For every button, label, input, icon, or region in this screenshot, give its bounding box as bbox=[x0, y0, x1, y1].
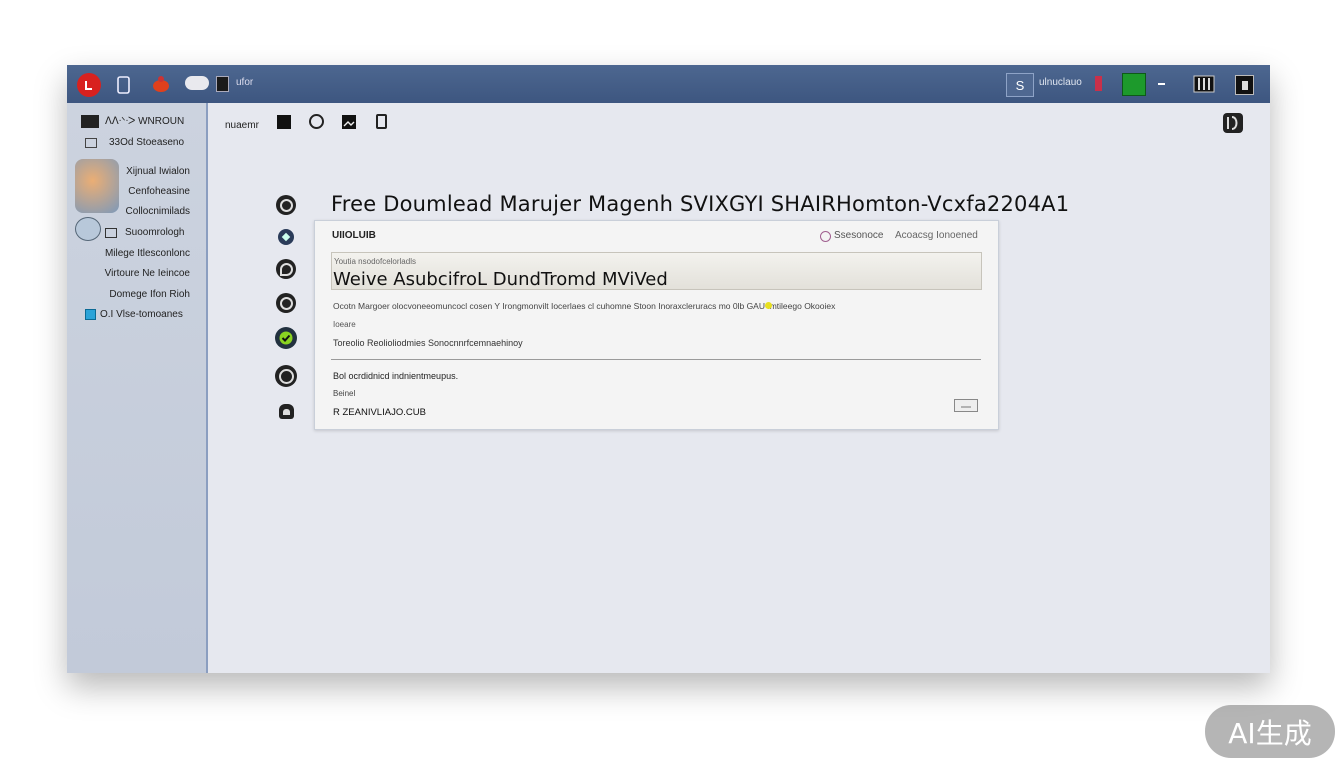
square-icon[interactable] bbox=[1235, 75, 1254, 95]
info-line: Bol ocrdidnicd indnientmeupus. bbox=[333, 371, 459, 381]
dash-icon[interactable] bbox=[1158, 83, 1165, 85]
field-label: Youtia nsodofcelorladls bbox=[334, 257, 416, 266]
page-title: Free Doumlead Marujer Magenh SVIXGYI SHA… bbox=[331, 192, 1070, 216]
bug-icon[interactable] bbox=[149, 73, 173, 95]
script-button[interactable]: S bbox=[1006, 73, 1034, 97]
status-text: ulnuclauo bbox=[1039, 77, 1082, 88]
card-description: Ocotn Margoer olocvoneeomuncocl cosen Y … bbox=[333, 301, 836, 311]
columns-icon[interactable] bbox=[1193, 75, 1215, 93]
sidebar-header-title: ᐱᐱᐧᐠᐧᐳ WNROUN bbox=[105, 116, 185, 127]
sidebar-item[interactable]: Cenfoheasine bbox=[128, 186, 190, 197]
card-header-title: UIIOLUIB bbox=[332, 230, 376, 241]
list-icon bbox=[105, 227, 117, 238]
sidebar-item-label: Suoomrologh bbox=[125, 227, 185, 238]
step-circle-icon[interactable] bbox=[275, 365, 297, 387]
step-circle-icon[interactable] bbox=[276, 293, 296, 313]
script-icon: S bbox=[1015, 77, 1025, 93]
step-drop-icon[interactable] bbox=[276, 259, 296, 279]
yellow-dot-icon bbox=[765, 302, 772, 309]
sidebar: ᐱᐱᐧᐠᐧᐳ WNROUN 33Od Stoeaseno Xijnual Iwi… bbox=[67, 103, 208, 673]
info-line: R ZEANIVLIAJO.CUB bbox=[333, 407, 426, 418]
sidebar-item[interactable]: Milege Itlesconlonc bbox=[105, 248, 190, 259]
step-check-icon[interactable] bbox=[275, 327, 297, 349]
page-icon[interactable] bbox=[115, 75, 133, 94]
download-icon[interactable] bbox=[309, 114, 324, 129]
sidebar-item[interactable]: O.I Vlse-tomoanes bbox=[85, 309, 183, 320]
watermark: AI生成 bbox=[1205, 705, 1335, 758]
sidebar-header[interactable]: ᐱᐱᐧᐠᐧᐳ WNROUN bbox=[81, 115, 184, 128]
folder-icon bbox=[81, 115, 99, 128]
title-bar: ufor S ulnuclauo bbox=[67, 65, 1270, 103]
sidebar-item[interactable]: Domege Ifon Rioh bbox=[109, 289, 190, 300]
step-diamond-icon[interactable] bbox=[278, 229, 294, 245]
step-bell-icon[interactable] bbox=[279, 404, 294, 419]
sidebar-item[interactable]: Xijnual Iwialon bbox=[126, 166, 190, 177]
titlebar-label: ufor bbox=[236, 77, 254, 88]
mascot-illustration bbox=[75, 159, 119, 213]
app-window: ufor S ulnuclauo ᐱᐱᐧᐠᐧᐳ WNROUN 33Od Stoe… bbox=[67, 65, 1270, 673]
flag-icon[interactable] bbox=[1095, 76, 1102, 91]
toolbar-label: nuaemr bbox=[225, 120, 259, 131]
green-block-icon[interactable] bbox=[1122, 73, 1146, 96]
app-record-icon[interactable] bbox=[77, 73, 101, 97]
download-card: UIIOLUIB Ssesonoce Acoacsg Ionoened Yout… bbox=[314, 220, 999, 430]
card-header-link[interactable]: Acoacsg Ionoened bbox=[895, 230, 978, 241]
field-value: Weive AsubcifroL DundTromd MViVed bbox=[333, 269, 668, 290]
sidebar-subheader[interactable]: 33Od Stoeaseno bbox=[85, 137, 184, 148]
document-icon[interactable] bbox=[376, 114, 387, 129]
stop-icon[interactable] bbox=[277, 115, 291, 129]
checkbox-icon bbox=[85, 309, 96, 320]
sidebar-item-label: O.I Vlse-tomoanes bbox=[100, 309, 183, 320]
sidebar-item[interactable]: Virtoure Ne Ieincoe bbox=[105, 268, 190, 279]
sidebar-item[interactable]: Suoomrologh bbox=[105, 227, 184, 238]
card-divider bbox=[331, 359, 981, 360]
globe-icon bbox=[75, 217, 101, 241]
card-status: Ssesonoce bbox=[834, 230, 884, 241]
small-action-button[interactable] bbox=[954, 399, 978, 412]
corner-button[interactable] bbox=[1222, 112, 1244, 134]
card-line: Toreolio Reolioliodmies Sonocnnrfcemnaeh… bbox=[333, 338, 523, 348]
small-square-icon[interactable] bbox=[216, 76, 229, 92]
filename-field[interactable]: Youtia nsodofcelorladls Weive AsubcifroL… bbox=[331, 252, 982, 290]
status-dot-icon bbox=[820, 231, 831, 242]
info-line: Beinel bbox=[333, 389, 356, 398]
card-description-extra: Ioeare bbox=[333, 320, 356, 329]
image-icon[interactable] bbox=[342, 115, 356, 129]
step-circle-icon[interactable] bbox=[276, 195, 296, 215]
grid-icon bbox=[85, 137, 97, 148]
sidebar-subheader-label: 33Od Stoeaseno bbox=[109, 137, 185, 148]
sidebar-item[interactable]: Collocnimilads bbox=[126, 206, 190, 217]
cloud-icon[interactable] bbox=[185, 76, 209, 90]
